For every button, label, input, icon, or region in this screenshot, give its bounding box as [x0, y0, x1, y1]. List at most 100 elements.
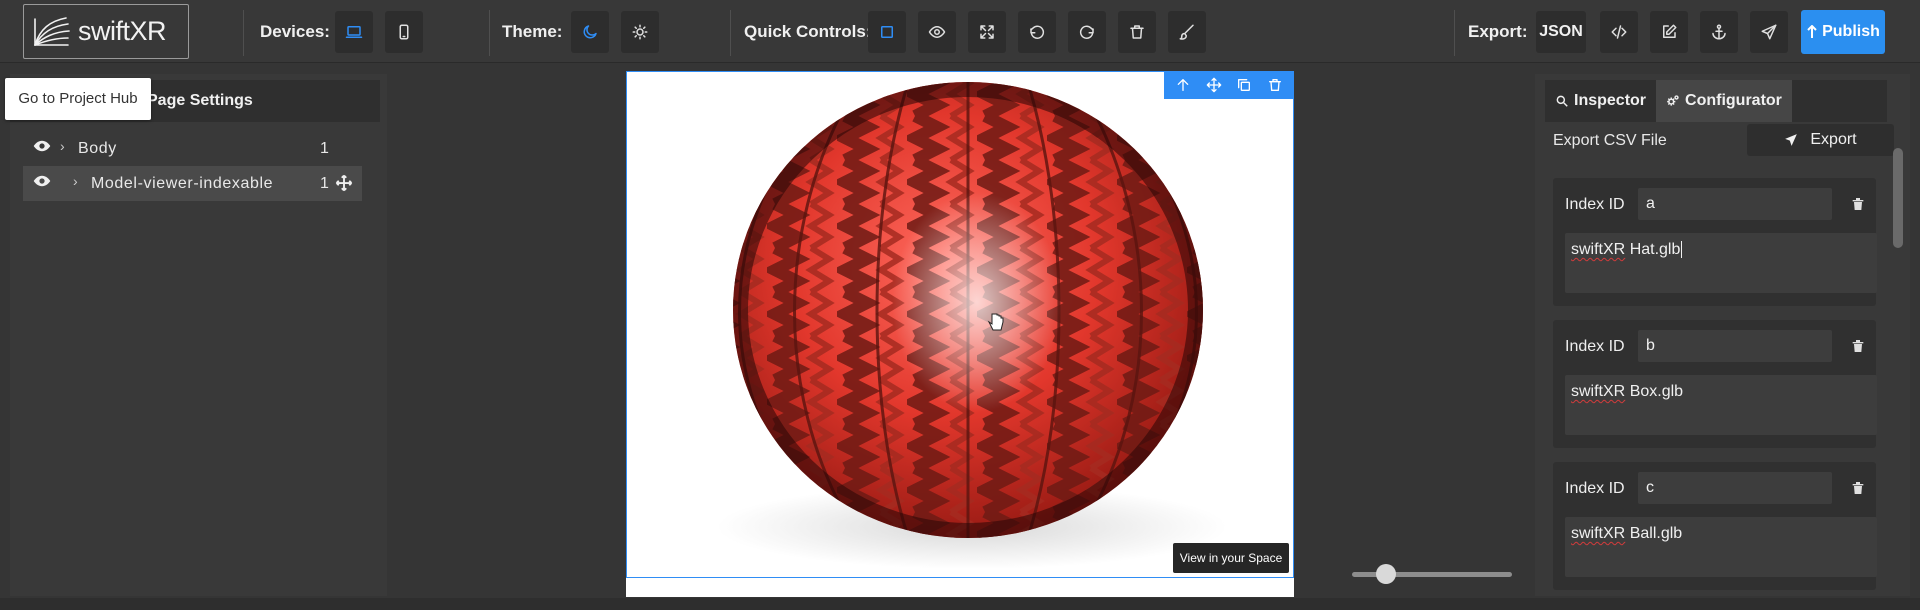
json-label: JSON: [1539, 23, 1583, 40]
config-item-card: Index ID c swiftXR Ball.glb: [1553, 462, 1877, 590]
desktop-device-button[interactable]: [335, 11, 373, 53]
redo-icon: [1079, 25, 1094, 39]
mobile-device-button[interactable]: [385, 11, 423, 53]
quick-controls-label: Quick Controls:: [744, 22, 872, 41]
eye-icon[interactable]: [33, 139, 51, 153]
config-item-card: Index ID b swiftXR Box.glb: [1553, 320, 1877, 448]
right-panel: Inspector Configurator Export CSV File E…: [1535, 74, 1910, 596]
share-button[interactable]: [1750, 11, 1788, 53]
anchor-button[interactable]: [1700, 11, 1738, 53]
index-id-input[interactable]: a: [1638, 188, 1832, 220]
arrow-up-icon[interactable]: [1175, 77, 1191, 93]
copy-icon[interactable]: [1236, 77, 1252, 93]
paper-plane-icon: [1785, 134, 1798, 146]
logo-text: swiftXR: [78, 16, 167, 46]
bottom-status-bar: [0, 598, 1920, 610]
export-button-label: Export: [1810, 131, 1857, 148]
swiftxr-logo-icon: [34, 16, 70, 46]
view-in-your-space-button[interactable]: View in your Space: [1173, 543, 1289, 573]
eye-icon[interactable]: [33, 174, 51, 188]
upload-arrow-icon: [1807, 25, 1817, 38]
model-viewer-canvas[interactable]: [626, 71, 1294, 597]
fullscreen-button[interactable]: [968, 11, 1006, 53]
tree-row-body[interactable]: › Body 1: [23, 131, 362, 166]
trash-icon[interactable]: [1267, 77, 1283, 93]
publish-button[interactable]: Publish: [1801, 10, 1885, 54]
config-item-card: Index ID a swiftXR Hat.glb: [1553, 178, 1877, 306]
mobile-icon: [399, 24, 409, 40]
index-id-label: Index ID: [1565, 480, 1625, 497]
code-icon: [1611, 25, 1627, 39]
export-csv-row: Export CSV File Export: [1553, 124, 1894, 158]
page-settings-title: Page Settings: [147, 92, 253, 109]
model-prefix: swiftXR: [1571, 525, 1626, 542]
undo-icon: [1030, 25, 1045, 39]
theme-label: Theme:: [502, 22, 563, 41]
ball-model-image: [717, 82, 1227, 569]
square-icon: [881, 26, 893, 38]
anchor-icon: [1712, 24, 1726, 40]
model-file-textarea[interactable]: swiftXR Box.glb: [1565, 375, 1877, 435]
paper-plane-icon: [1761, 24, 1777, 40]
divider: [243, 10, 244, 56]
index-id-label: Index ID: [1565, 338, 1625, 355]
panel-scrollbar[interactable]: [1893, 148, 1903, 248]
model-file-textarea[interactable]: swiftXR Ball.glb: [1565, 517, 1877, 577]
cogs-icon: [1667, 95, 1679, 106]
model-file: Ball.glb: [1629, 525, 1683, 542]
style-brush-button[interactable]: [1168, 11, 1206, 53]
light-theme-button[interactable]: [621, 11, 659, 53]
chevron-right-icon[interactable]: ›: [73, 173, 78, 189]
trash-icon[interactable]: [1850, 196, 1866, 212]
chevron-right-icon[interactable]: ›: [60, 138, 65, 154]
export-embed-code-button[interactable]: [1600, 11, 1638, 53]
tree-item-label: Model-viewer-indexable: [91, 175, 274, 192]
moon-icon: [583, 25, 597, 39]
model-file: Hat.glb: [1629, 241, 1681, 258]
search-icon: [1556, 95, 1568, 107]
redo-button[interactable]: [1068, 11, 1106, 53]
model-file: Box.glb: [1629, 383, 1684, 400]
index-id-input[interactable]: b: [1638, 330, 1832, 362]
devices-label: Devices:: [260, 22, 330, 41]
dark-theme-button[interactable]: [571, 11, 609, 53]
tab-label: Configurator: [1685, 92, 1782, 109]
panel-tabs: Inspector Configurator: [1545, 80, 1887, 122]
sun-icon: [632, 24, 648, 40]
trash-icon: [1130, 25, 1144, 39]
export-csv-button[interactable]: Export: [1747, 124, 1894, 156]
export-json-button[interactable]: JSON: [1536, 11, 1586, 53]
trash-icon[interactable]: [1850, 338, 1866, 354]
model-file-textarea[interactable]: swiftXR Hat.glb: [1565, 233, 1877, 293]
index-id-label: Index ID: [1565, 196, 1625, 213]
publish-label: Publish: [1822, 23, 1880, 40]
tab-configurator[interactable]: Configurator: [1656, 80, 1792, 122]
edit-icon: [1663, 24, 1677, 38]
canvas-footer-strip: [626, 577, 1294, 597]
edit-button[interactable]: [1650, 11, 1688, 53]
tree-item-label: Body: [78, 140, 117, 157]
preview-button[interactable]: [918, 11, 956, 53]
laptop-icon: [345, 26, 363, 38]
move-icon[interactable]: [335, 174, 353, 192]
export-label: Export:: [1468, 22, 1528, 41]
eye-icon: [928, 26, 946, 38]
tab-inspector[interactable]: Inspector: [1545, 80, 1656, 122]
select-outline-button[interactable]: [868, 11, 906, 53]
model-prefix: swiftXR: [1571, 241, 1626, 258]
move-icon[interactable]: [1206, 77, 1222, 93]
layer-tree: › Body 1 › Model-viewer-indexable 1: [23, 131, 362, 201]
left-panel: Page Settings › Body 1 › Model-viewer-in…: [10, 74, 387, 596]
project-hub-tooltip: Go to Project Hub: [5, 78, 151, 120]
zoom-slider-thumb[interactable]: [1375, 564, 1396, 584]
trash-icon[interactable]: [1850, 480, 1866, 496]
model-prefix: swiftXR: [1571, 383, 1626, 400]
undo-button[interactable]: [1018, 11, 1056, 53]
delete-button[interactable]: [1118, 11, 1156, 53]
expand-icon: [980, 25, 994, 39]
project-hub-logo-button[interactable]: swiftXR: [23, 4, 189, 59]
tree-row-model-viewer[interactable]: › Model-viewer-indexable 1: [23, 166, 362, 201]
divider: [489, 10, 490, 56]
index-id-input[interactable]: c: [1638, 472, 1832, 504]
paint-brush-icon: [1179, 24, 1194, 40]
